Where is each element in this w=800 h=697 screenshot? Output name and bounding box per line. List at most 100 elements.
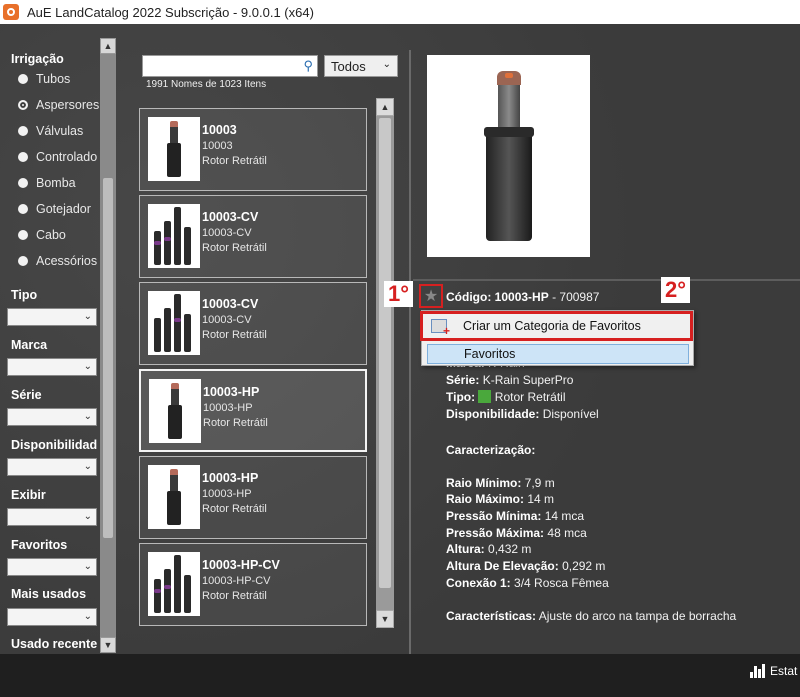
chevron-down-icon: ⌄ xyxy=(382,59,391,70)
radio-icon xyxy=(18,256,28,266)
category-aspersores[interactable]: Aspersores xyxy=(18,98,99,112)
detail-code: Código: 10003-HP - 700987 xyxy=(446,290,600,304)
category-controlado[interactable]: Controlado xyxy=(18,150,97,164)
category-valvulas[interactable]: Válvulas xyxy=(18,124,83,138)
step-2-badge: 2° xyxy=(661,277,691,303)
sidebar-scrollbar[interactable]: ▲ ▼ xyxy=(100,38,116,653)
item-code: 10003-CV xyxy=(202,227,252,239)
spec-altura: Altura: 0,432 m xyxy=(446,542,532,556)
list-item[interactable]: 10003-CV 10003-CV Rotor Retrátil xyxy=(139,282,367,365)
item-code: 10003-CV xyxy=(202,314,252,326)
item-code: 10003-HP xyxy=(202,488,252,500)
detail-serie: Série: K-Rain SuperPro xyxy=(446,373,574,387)
filter-disponibilidade-select[interactable]: ⌄ xyxy=(7,458,97,476)
tipo-icon xyxy=(478,390,492,403)
list-item[interactable]: 10003-HP 10003-HP Rotor Retrátil xyxy=(139,456,367,539)
filter-favoritos-select[interactable]: ⌄ xyxy=(7,558,97,576)
filter-serie-select[interactable]: ⌄ xyxy=(7,408,97,426)
detail-divider xyxy=(413,279,800,281)
statistics-button[interactable]: Estat xyxy=(750,664,797,678)
title-bar: AuE LandCatalog 2022 Subscrição - 9.0.0.… xyxy=(0,0,800,24)
filter-exibir-select[interactable]: ⌄ xyxy=(7,508,97,526)
filter-tipo-select[interactable]: ⌄ xyxy=(7,308,97,326)
radio-icon xyxy=(18,152,28,162)
chevron-down-icon: ⌄ xyxy=(83,311,92,322)
radio-icon xyxy=(18,230,28,240)
scroll-down-icon[interactable]: ▼ xyxy=(376,610,394,628)
scroll-down-icon[interactable]: ▼ xyxy=(100,637,116,653)
sidebar: Irrigação Tubos Aspersores Válvulas Cont… xyxy=(0,38,118,653)
filter-mais-usados-select[interactable]: ⌄ xyxy=(7,608,97,626)
list-item-selected[interactable]: 10003-HP 10003-HP Rotor Retrátil xyxy=(139,369,367,452)
bar-chart-icon xyxy=(750,664,766,678)
filter-marca-select[interactable]: ⌄ xyxy=(7,358,97,376)
product-thumbnail xyxy=(148,117,200,181)
item-type: Rotor Retrátil xyxy=(202,329,267,341)
panel-divider xyxy=(409,50,411,660)
spec-conexao: Conexão 1: 3/4 Rosca Fêmea xyxy=(446,576,609,590)
item-name: 10003-HP xyxy=(203,385,260,399)
product-thumbnail xyxy=(148,552,200,616)
list-item[interactable]: 10003 10003 Rotor Retrátil xyxy=(139,108,367,191)
item-count: 1991 Nomes de 1023 Itens xyxy=(146,79,267,90)
filter-usado-recente-label: Usado recente xyxy=(11,637,98,651)
list-item[interactable]: 10003-HP-CV 10003-HP-CV Rotor Retrátil xyxy=(139,543,367,626)
item-name: 10003-HP xyxy=(202,471,259,485)
spec-altura-elevacao: Altura De Elevação: 0,292 m xyxy=(446,559,606,573)
search-input[interactable]: ⚲ xyxy=(142,55,318,77)
radio-selected-icon xyxy=(18,100,28,110)
list-scrollbar[interactable]: ▲ ▼ xyxy=(376,98,394,628)
product-image xyxy=(427,55,590,257)
category-cabo[interactable]: Cabo xyxy=(18,228,66,242)
detail-caracteristicas: Características: Ajuste do arco na tampa… xyxy=(446,609,737,623)
category-tubos[interactable]: Tubos xyxy=(18,72,70,86)
app-logo-icon xyxy=(3,4,19,20)
item-type: Rotor Retrátil xyxy=(202,242,267,254)
item-type: Rotor Retrátil xyxy=(202,155,267,167)
window-title: AuE LandCatalog 2022 Subscrição - 9.0.0.… xyxy=(27,4,314,20)
chevron-down-icon: ⌄ xyxy=(83,611,92,622)
favorites-item[interactable]: Favoritos xyxy=(427,344,689,364)
item-name: 10003-CV xyxy=(202,210,259,224)
create-favorite-category-item[interactable]: Criar um Categoria de Favoritos xyxy=(420,311,693,341)
product-thumbnail xyxy=(148,291,200,355)
filter-marca-label: Marca xyxy=(11,338,48,352)
search-icon[interactable]: ⚲ xyxy=(303,58,313,74)
category-gotejador[interactable]: Gotejador xyxy=(18,202,91,216)
scroll-up-icon[interactable]: ▲ xyxy=(376,98,394,116)
category-acessorios[interactable]: Acessórios xyxy=(18,254,97,268)
status-bar xyxy=(0,654,800,697)
product-thumbnail xyxy=(148,204,200,268)
filter-all-select[interactable]: Todos ⌄ xyxy=(324,55,398,77)
scroll-thumb[interactable] xyxy=(379,118,391,588)
filter-tipo-label: Tipo xyxy=(11,288,38,302)
filter-mais-usados-label: Mais usados xyxy=(11,587,87,601)
scroll-up-icon[interactable]: ▲ xyxy=(100,38,116,54)
chevron-down-icon: ⌄ xyxy=(83,411,92,422)
irrigation-title: Irrigação xyxy=(11,52,64,66)
item-code: 10003-HP xyxy=(203,402,253,414)
list-item[interactable]: 10003-CV 10003-CV Rotor Retrátil xyxy=(139,195,367,278)
scroll-thumb[interactable] xyxy=(103,178,113,538)
step-1-badge: 1° xyxy=(384,281,414,307)
favorite-star-icon[interactable]: ★ xyxy=(419,284,443,308)
category-bomba[interactable]: Bomba xyxy=(18,176,76,190)
filter-exibir-label: Exibir xyxy=(11,488,46,502)
radio-icon xyxy=(18,204,28,214)
detail-disponibilidade: Disponibilidade: Disponível xyxy=(446,407,599,421)
item-type: Rotor Retrátil xyxy=(202,503,267,515)
caracterizacao-title: Caracterização: xyxy=(446,443,536,457)
spec-raio-minimo: Raio Mínimo: 7,9 m xyxy=(446,476,555,490)
detail-tipo: Tipo: Rotor Retrátil xyxy=(446,390,566,404)
chevron-down-icon: ⌄ xyxy=(83,561,92,572)
chevron-down-icon: ⌄ xyxy=(83,361,92,372)
item-code: 10003-HP-CV xyxy=(202,575,271,587)
spec-pressao-minima: Pressão Mínima: 14 mca xyxy=(446,509,585,523)
item-name: 10003-CV xyxy=(202,297,259,311)
item-type: Rotor Retrátil xyxy=(203,417,268,429)
spec-raio-maximo: Raio Máximo: 14 m xyxy=(446,492,555,506)
item-code: 10003 xyxy=(202,140,233,152)
context-menu: Criar um Categoria de Favoritos Favorito… xyxy=(420,310,694,366)
radio-icon xyxy=(18,74,28,84)
radio-icon xyxy=(18,178,28,188)
